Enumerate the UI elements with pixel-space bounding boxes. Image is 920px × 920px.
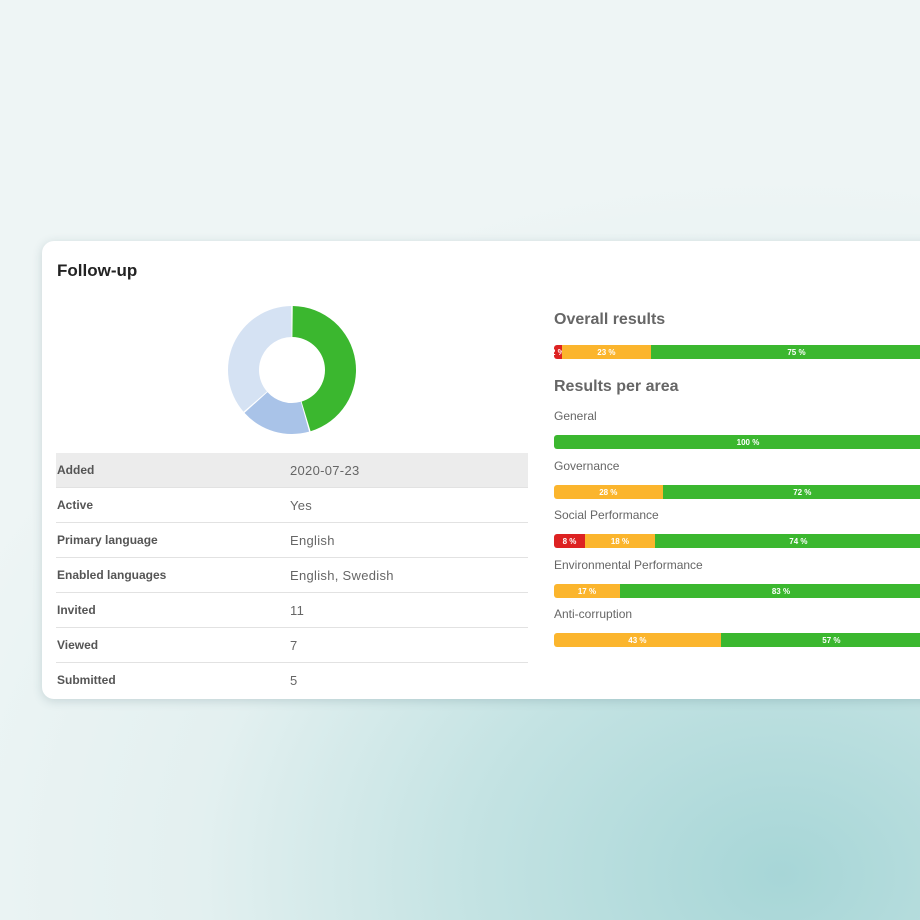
area-bar-environmental-performance: 17 % 83 % (554, 584, 920, 598)
table-row: Primary language English (56, 522, 528, 558)
bar-segment-yellow: 28 % (554, 485, 663, 499)
bar-segment-red: 2 % (554, 345, 562, 359)
table-row: Submitted 5 (56, 663, 528, 698)
area-label-environmental-performance: Environmental Performance (554, 558, 703, 572)
bar-segment-yellow: 43 % (554, 633, 721, 647)
row-label: Added (56, 453, 290, 488)
bar-segment-green: 75 % (650, 345, 920, 359)
row-label: Invited (56, 592, 290, 628)
table-row: Active Yes (56, 487, 528, 523)
row-label: Active (56, 487, 290, 523)
row-label: Submitted (57, 673, 116, 687)
row-label: Enabled languages (56, 557, 290, 593)
bar-segment-yellow: 18 % (585, 534, 655, 548)
area-label-governance: Governance (554, 459, 620, 473)
area-bar-anti-corruption: 43 % 57 % (554, 633, 920, 647)
row-value: 5 (290, 672, 298, 688)
table-row: Invited 11 (56, 592, 528, 628)
area-bar-general: 100 % (554, 435, 920, 449)
row-label: Primary language (56, 522, 290, 558)
bar-segment-green: 83 % (619, 584, 920, 598)
overall-results-title: Overall results (554, 311, 666, 328)
area-label-anti-corruption: Anti-corruption (554, 607, 633, 621)
bar-segment-green: 74 % (654, 534, 920, 548)
bar-segment-green: 57 % (720, 633, 920, 647)
response-donut-chart (228, 306, 356, 434)
results-per-area-title: Results per area (554, 378, 679, 395)
overall-results-bar: 2 %23 %75 % (554, 345, 920, 359)
row-label: Viewed (56, 627, 290, 663)
row-value: 2020-07-23 (290, 453, 528, 488)
row-value: English (290, 522, 528, 558)
bar-segment-green: 100 % (554, 435, 920, 449)
area-bar-governance: 28 % 72 % (554, 485, 920, 499)
bar-segment-yellow: 23 % (561, 345, 651, 359)
area-label-social-performance: Social Performance (554, 508, 659, 522)
row-value: English, Swedish (290, 557, 528, 593)
table-row: Added 2020-07-23 (56, 453, 528, 488)
bar-segment-red: 8 % (554, 534, 586, 548)
bar-segment-yellow: 17 % (554, 584, 620, 598)
donut-slice-light-blue (228, 306, 292, 412)
follow-up-card: Follow-up Added 2020-07-23 Active Yes Pr… (42, 241, 920, 699)
table-row: Viewed 7 (56, 627, 528, 663)
bar-segment-green: 72 % (662, 485, 920, 499)
row-value: Yes (290, 487, 528, 523)
row-value: 7 (290, 627, 528, 663)
table-row: Enabled languages English, Swedish (56, 557, 528, 593)
area-bar-social-performance: 8 % 18 % 74 % (554, 534, 920, 548)
info-table: Added 2020-07-23 Active Yes Primary lang… (56, 453, 528, 697)
area-label-general: General (554, 409, 597, 423)
card-title: Follow-up (57, 261, 138, 280)
row-value: 11 (290, 592, 528, 628)
